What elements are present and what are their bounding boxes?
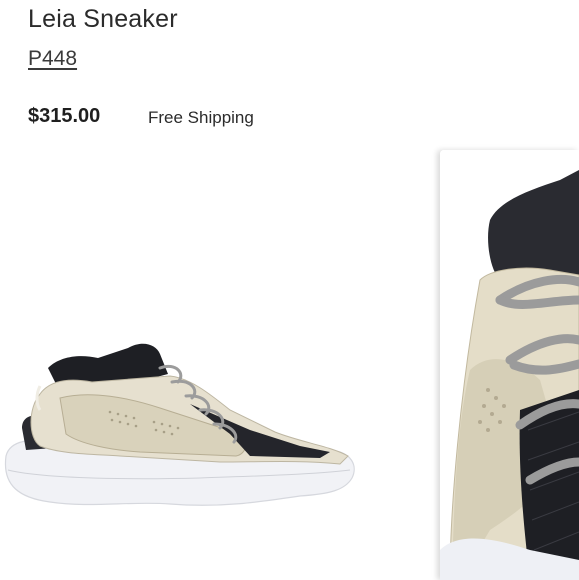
product-title: Leia Sneaker [28, 5, 178, 33]
sneaker-icon [4, 343, 355, 506]
sneaker-detail-icon [440, 150, 579, 580]
product-main-image[interactable] [0, 338, 360, 523]
brand-link[interactable]: P448 [28, 47, 77, 71]
shipping-info: Free Shipping [148, 108, 254, 127]
product-gallery [0, 150, 579, 580]
product-zoom-image[interactable] [440, 150, 579, 580]
product-price: $315.00 [28, 105, 101, 127]
